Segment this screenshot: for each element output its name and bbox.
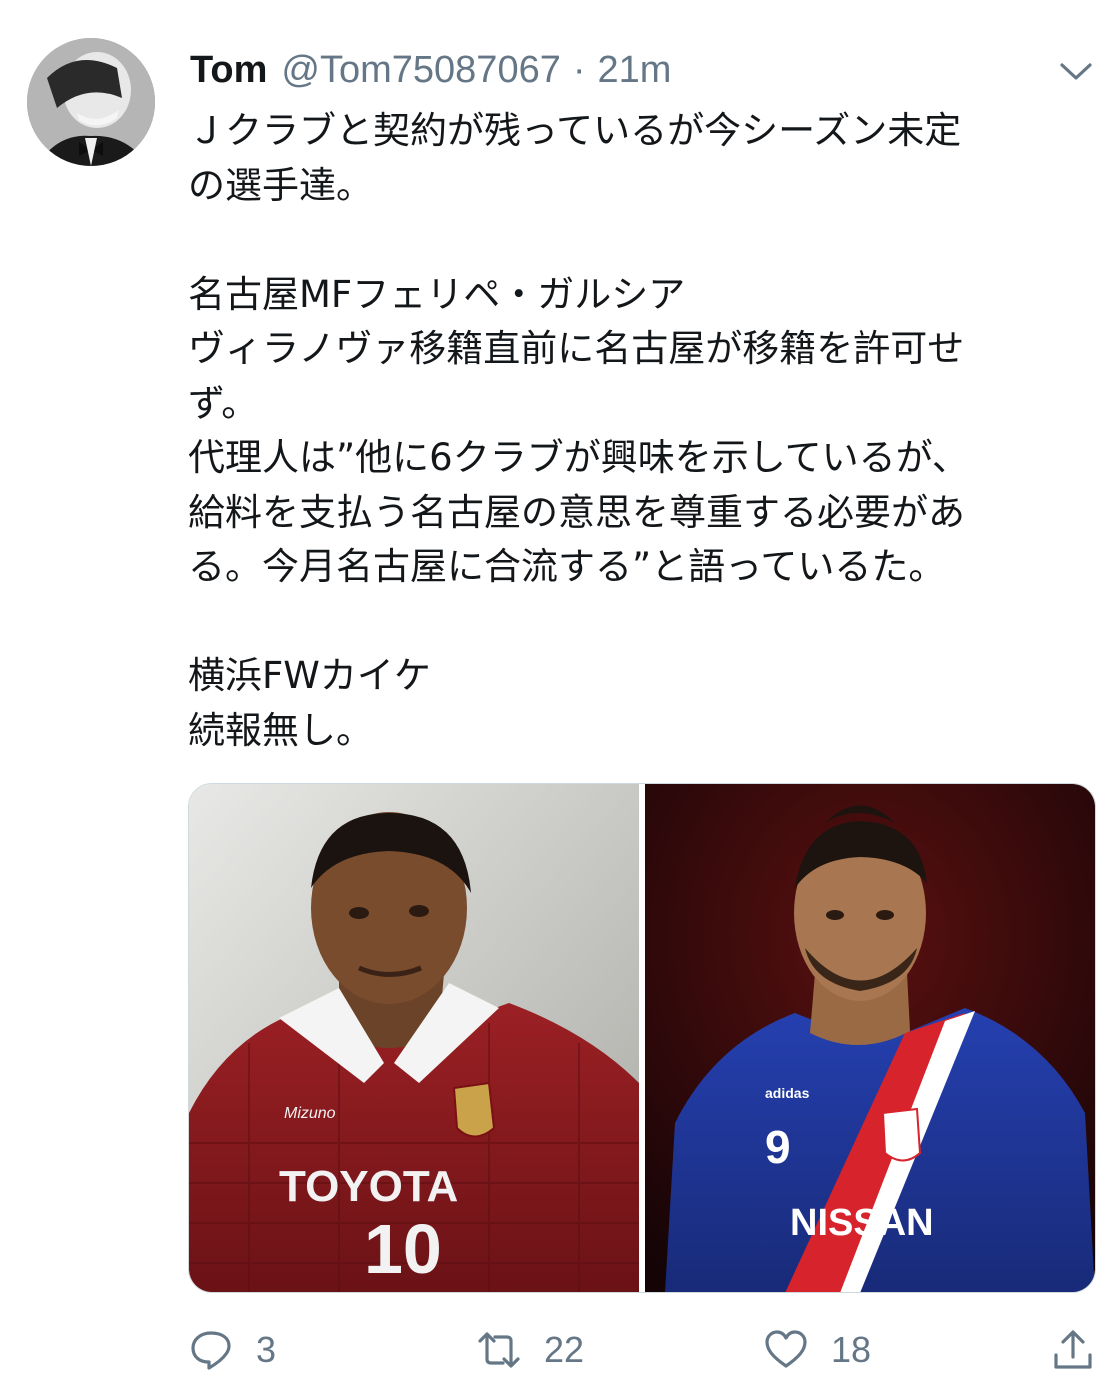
reply-count: 3 [256,1329,277,1370]
retweet-count: 22 [544,1329,585,1370]
shirt-number: 9 [765,1121,791,1173]
tweet-text-line: 給料を支払う名古屋の意思を尊重する必要があ [188,490,965,534]
chevron-down-icon[interactable] [1056,56,1096,86]
display-name[interactable]: Tom [190,49,267,92]
photo-nagoya-player[interactable]: TOYOTA 10 Mizuno [189,784,639,1292]
like-button[interactable]: 18 [763,1320,871,1380]
photo-yokohama-player[interactable]: NISSAN 9 adidas [645,784,1095,1292]
shirt-number: 10 [364,1210,442,1288]
tweet-text-line: 名古屋MFフェリペ・ガルシア [188,272,686,316]
shirt-sponsor-text: NISSAN [790,1202,934,1244]
heart-icon [765,1330,807,1368]
shirt-brand: Mizuno [284,1105,336,1122]
avatar-image [27,38,155,166]
tweet-text-line [188,213,1088,268]
tweet-text-line: 横浜FWカイケ [188,654,431,697]
tweet-header: Tom @Tom75087067 · 21m [190,40,671,100]
tweet-text-line: 代理人は”他に6クラブが興味を示しているが、 [188,436,969,479]
reply-button[interactable]: 3 [188,1320,276,1380]
tweet-text-line [188,595,1088,650]
tweet-text: Ｊクラブと契約が残っているが今シーズン未定 の選手達。 名古屋MFフェリペ・ガル… [188,104,1088,758]
player-photo-2: NISSAN 9 adidas [645,784,1095,1292]
tweet-text-line: 続報無し。 [188,708,373,752]
avatar[interactable] [27,38,155,166]
separator-dot: · [572,48,586,91]
share-button[interactable] [1050,1320,1096,1380]
tweet-text-line: Ｊクラブと契約が残っているが今シーズン未定 [188,109,962,152]
action-bar: 3 22 18 [0,1320,1116,1380]
shirt-sponsor-text: TOYOTA [279,1162,458,1211]
timestamp[interactable]: 21m [598,49,672,92]
retweet-icon [478,1332,520,1368]
user-handle[interactable]: @Tom75087067 [281,49,560,92]
reply-icon [191,1331,231,1370]
media-grid: TOYOTA 10 Mizuno NISSAN 9 adidas [188,783,1096,1293]
tweet-text-line: ヴィラノヴァ移籍直前に名古屋が移籍を許可せ [188,327,965,370]
retweet-button[interactable]: 22 [476,1320,584,1380]
tweet-text-line: ず。 [188,381,259,425]
tweet-text-line: の選手達。 [188,163,373,207]
share-icon [1054,1330,1092,1369]
tweet-text-line: る。今月名古屋に合流する”と語っているた。 [188,545,946,588]
player-photo-1: TOYOTA 10 Mizuno [189,784,639,1292]
shirt-brand: adidas [765,1085,810,1101]
like-count: 18 [831,1329,872,1370]
tweet[interactable]: Tom @Tom75087067 · 21m Ｊクラブと契約が残っているが今シー… [0,0,1116,1386]
